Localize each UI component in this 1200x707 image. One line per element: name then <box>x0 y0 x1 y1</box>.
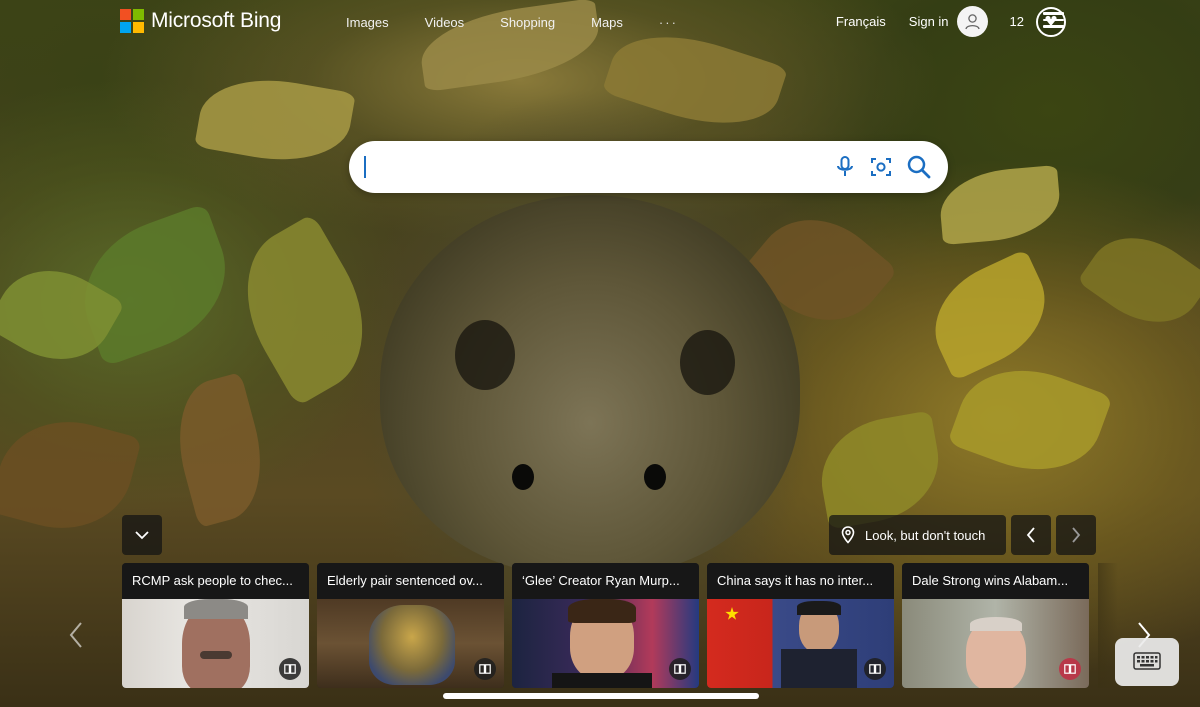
image-title: Look, but don't touch <box>865 527 986 543</box>
search-icon[interactable] <box>906 154 932 180</box>
nav-maps[interactable]: Maps <box>591 15 623 30</box>
chevron-left-icon <box>69 622 82 648</box>
read-icon <box>474 658 496 680</box>
search-box <box>349 141 948 193</box>
news-card-title: China says it has no inter... <box>707 563 894 599</box>
news-card[interactable]: China says it has no inter... <box>707 563 894 688</box>
news-card[interactable]: Elderly pair sentenced ov... <box>317 563 504 688</box>
chevron-right-icon <box>1072 527 1081 543</box>
header-right: Français Sign in 12 <box>836 6 1066 37</box>
sign-in-link[interactable]: Sign in <box>909 14 949 29</box>
read-icon <box>1059 658 1081 680</box>
rewards-points: 12 <box>1009 14 1024 29</box>
search-input[interactable] <box>365 153 825 181</box>
news-card[interactable]: RCMP ask people to chec... <box>122 563 309 688</box>
news-card-title: ‘Glee’ Creator Ryan Murp... <box>512 563 699 599</box>
visual-search-icon[interactable] <box>868 154 894 180</box>
next-image-button[interactable] <box>1056 515 1096 555</box>
nav-shopping[interactable]: Shopping <box>500 15 555 30</box>
nav-images[interactable]: Images <box>346 15 389 30</box>
keyboard-button[interactable] <box>1115 638 1179 686</box>
news-card-title: Dale Strong wins Alabam... <box>902 563 1089 599</box>
chevron-left-icon <box>1026 527 1035 543</box>
location-pin-icon <box>841 526 855 544</box>
collapse-news-button[interactable] <box>122 515 162 555</box>
avatar[interactable] <box>956 6 988 37</box>
top-nav: Images Videos Shopping Maps ··· <box>346 15 714 30</box>
news-card-title: RCMP ask people to chec... <box>122 563 309 599</box>
read-icon <box>669 658 691 680</box>
bing-logo[interactable]: Microsoft Bing <box>120 9 281 33</box>
nav-videos[interactable]: Videos <box>425 15 465 30</box>
brand-name: Microsoft Bing <box>151 9 282 32</box>
news-card-title: Elderly pair sentenced ov... <box>317 563 504 599</box>
chevron-down-icon <box>135 531 149 540</box>
user-icon <box>964 14 980 30</box>
language-link[interactable]: Français <box>836 14 886 29</box>
read-icon <box>864 658 886 680</box>
previous-image-button[interactable] <box>1011 515 1051 555</box>
news-card[interactable]: ‘Glee’ Creator Ryan Murp... <box>512 563 699 688</box>
microsoft-logo-icon <box>120 9 144 33</box>
nav-more[interactable]: ··· <box>659 15 678 30</box>
image-info-button[interactable]: Look, but don't touch <box>829 515 1006 555</box>
header: Microsoft Bing Images Videos Shopping Ma… <box>0 0 1200 46</box>
read-icon <box>279 658 301 680</box>
home-indicator <box>443 693 759 699</box>
news-card[interactable]: Dale Strong wins Alabam... <box>902 563 1089 688</box>
hamburger-menu-icon[interactable] <box>1043 12 1064 28</box>
keyboard-icon <box>1133 652 1161 670</box>
microphone-icon[interactable] <box>832 154 858 180</box>
news-prev-button[interactable] <box>66 620 86 650</box>
